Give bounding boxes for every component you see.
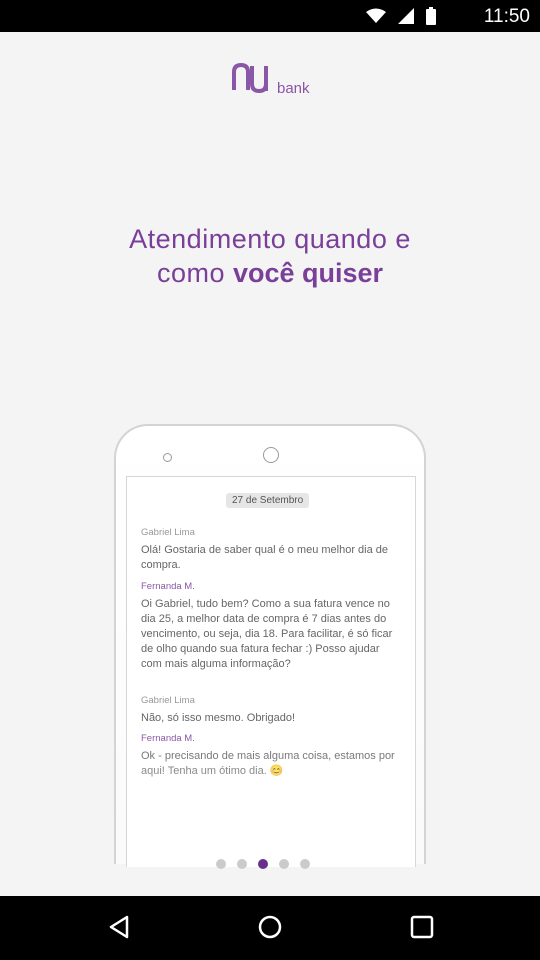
navigation-bar (0, 896, 540, 960)
message-author: Fernanda M. (141, 733, 195, 744)
chat-date: 27 de Setembro (226, 493, 310, 508)
battery-icon (426, 7, 436, 30)
page-dot[interactable] (237, 859, 247, 869)
page-dot[interactable] (300, 859, 310, 869)
back-icon[interactable] (106, 914, 132, 945)
status-bar: 11:50 (0, 0, 540, 32)
page-indicator (216, 859, 310, 869)
headline-line1: Atendimento quando e (129, 224, 411, 254)
headline-prefix: como (156, 258, 225, 288)
message-author: Gabriel Lima (141, 527, 195, 538)
phone-illustration: 27 de Setembro Gabriel Lima Olá! Gostari… (114, 424, 426, 867)
nu-logo-mark (232, 62, 274, 99)
message-text: Olá! Gostaria de saber qual é o meu melh… (141, 544, 389, 571)
nubank-logo: bank (232, 62, 310, 99)
page-dot-active[interactable] (258, 859, 268, 869)
headline-emphasis: você quiser (232, 258, 384, 288)
phone-speaker-icon (263, 447, 279, 463)
recents-icon[interactable] (409, 914, 435, 945)
headline: Atendimento quando e como você quiser (0, 222, 540, 290)
logo-bank-text: bank (277, 80, 310, 97)
page-dot[interactable] (216, 859, 226, 869)
status-icons (366, 7, 436, 30)
wifi-icon (366, 8, 386, 29)
signal-icon (398, 8, 414, 29)
chat-screen: 27 de Setembro Gabriel Lima Olá! Gostari… (126, 476, 416, 867)
message-author: Gabriel Lima (141, 695, 195, 706)
phone-camera-icon (163, 453, 172, 462)
message-text: Ok - precisando de mais alguma coisa, es… (141, 750, 395, 777)
status-time: 11:50 (483, 6, 530, 27)
page-dot[interactable] (279, 859, 289, 869)
message-text: Não, só isso mesmo. Obrigado! (141, 712, 296, 724)
message-text: Oi Gabriel, tudo bem? Como a sua fatura … (141, 598, 393, 670)
headline-line2: como você quiser (0, 256, 540, 290)
message-author: Fernanda M. (141, 581, 195, 592)
home-icon[interactable] (257, 914, 283, 945)
